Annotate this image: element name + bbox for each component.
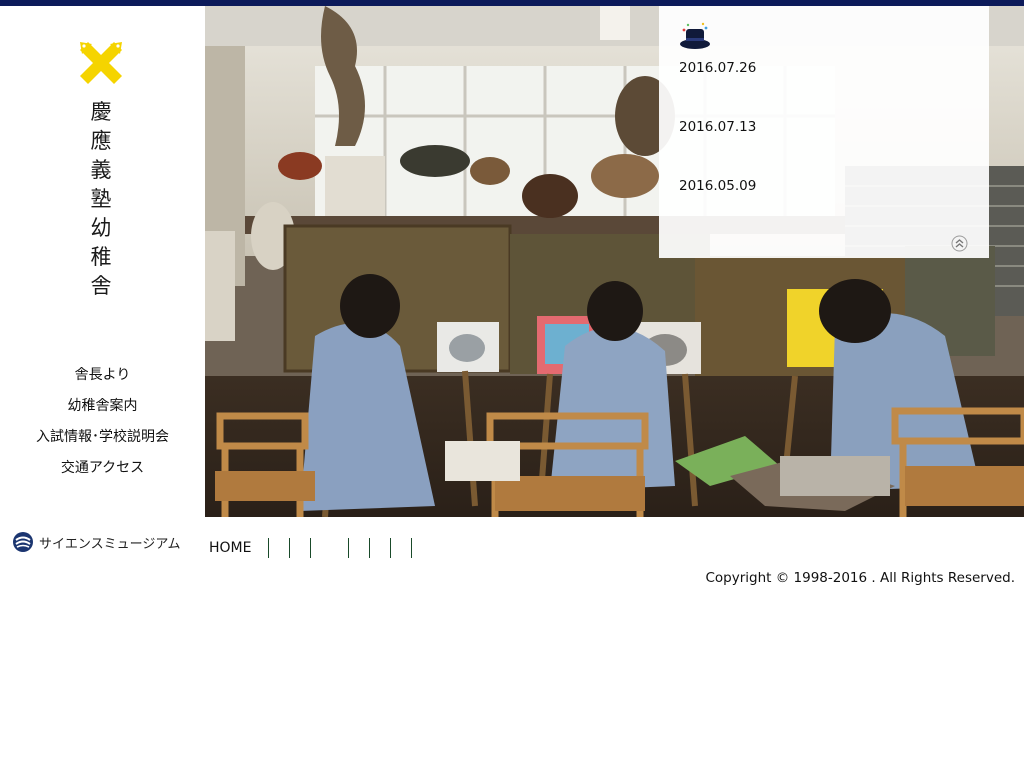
news-item-date[interactable]: 2016.07.26 xyxy=(679,60,756,76)
school-name: 慶 應 義 塾 幼 稚 舎 xyxy=(86,98,116,301)
museum-label: サイエンスミュージアム xyxy=(39,536,181,552)
sidebar-item-admissions[interactable]: 入試情報･学校説明会 xyxy=(0,422,205,453)
copyright-text: Copyright © 1998-2016 . All Rights Reser… xyxy=(705,570,1015,586)
school-name-char: 義 xyxy=(90,158,112,182)
science-museum-link[interactable]: サイエンスミュージアム xyxy=(12,530,180,554)
nav-separator xyxy=(411,538,413,558)
footer-nav: HOME xyxy=(205,536,413,560)
sidebar-nav: 舎長より 幼稚舎案内 入試情報･学校説明会 交通アクセス xyxy=(0,360,205,484)
nav-separator xyxy=(289,538,291,558)
sidebar-item-guide[interactable]: 幼稚舎案内 xyxy=(0,391,205,422)
crossed-pens-logo[interactable] xyxy=(78,40,124,86)
news-panel: 2016.07.26 2016.07.13 2016.05.09 xyxy=(659,6,989,258)
news-item-date[interactable]: 2016.07.13 xyxy=(679,119,756,135)
nav-separator xyxy=(310,538,312,558)
news-item-date[interactable]: 2016.05.09 xyxy=(679,178,756,194)
sidebar: 慶 應 義 塾 幼 稚 舎 舎長より 幼稚舎案内 入試情報･学校説明会 交通アク… xyxy=(0,6,205,768)
home-link[interactable]: HOME xyxy=(209,540,251,556)
double-chevron-up-icon[interactable] xyxy=(951,235,968,252)
tophat-icon xyxy=(679,22,711,50)
sidebar-item-access[interactable]: 交通アクセス xyxy=(0,453,205,484)
school-name-char: 幼 xyxy=(90,216,112,240)
school-name-char: 舎 xyxy=(90,274,112,298)
nav-separator xyxy=(348,538,350,558)
nav-separator xyxy=(390,538,392,558)
nav-separator xyxy=(369,538,371,558)
school-name-char: 塾 xyxy=(90,187,112,211)
museum-icon xyxy=(12,531,34,553)
nav-separator xyxy=(268,538,270,558)
sidebar-item-message[interactable]: 舎長より xyxy=(0,360,205,391)
school-name-char: 應 xyxy=(90,129,112,153)
school-name-char: 慶 xyxy=(90,100,112,124)
school-name-char: 稚 xyxy=(90,245,112,269)
